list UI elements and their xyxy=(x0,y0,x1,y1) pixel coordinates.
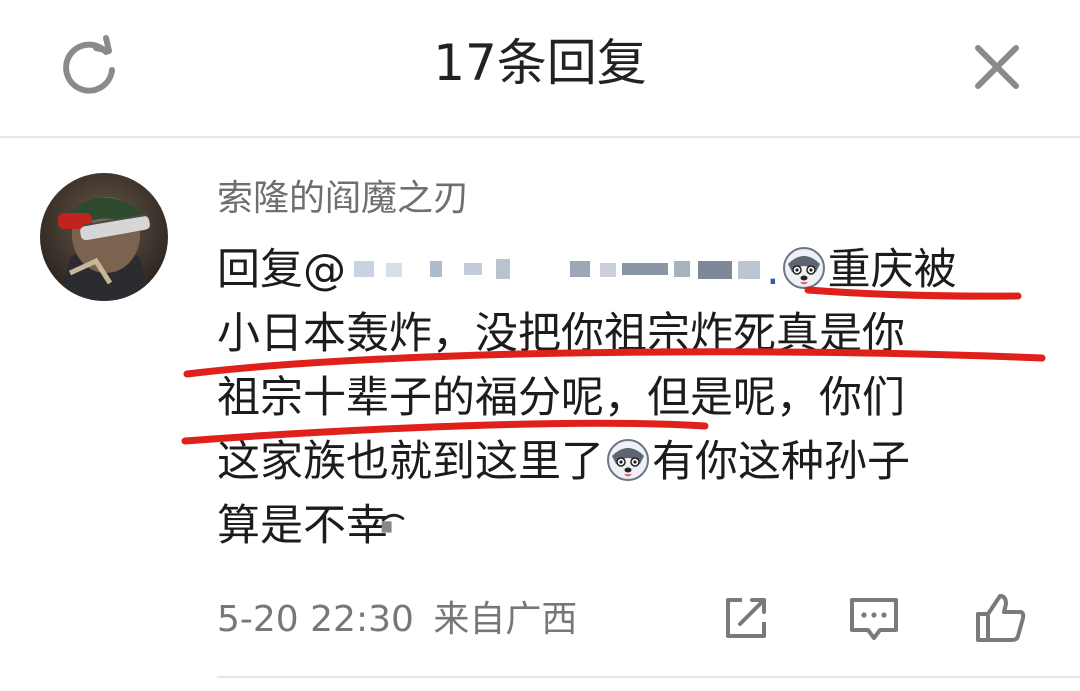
reply-header: 17条回复 xyxy=(0,0,1080,136)
comment-line-2: 小日本轰炸，没把你祖宗炸死真是你 xyxy=(217,309,905,359)
comment-text-5: 算是不幸 xyxy=(217,501,389,551)
redacted-username xyxy=(354,258,760,279)
reply-prefix: 回复@ xyxy=(217,245,346,295)
mention-link[interactable]: . xyxy=(346,245,780,295)
location: 来自广西 xyxy=(433,599,578,640)
comment-content: 回复@ . 重庆被 小日本轰炸，没把你祖宗炸死真是你 祖宗十辈子的福分呢，但是呢… xyxy=(217,238,1042,558)
close-button[interactable] xyxy=(964,34,1030,100)
comment-line-4: 这家族也就到这里了 有你这种孙子 xyxy=(217,430,1042,494)
close-icon xyxy=(975,45,1019,89)
comment-divider xyxy=(217,676,1080,678)
header-divider xyxy=(0,136,1080,138)
comment-text-1: 重庆被 xyxy=(827,245,957,295)
timestamp: 5-20 22:30 xyxy=(217,599,414,640)
like-button[interactable] xyxy=(972,590,1028,646)
husky-dog-emoji xyxy=(782,246,825,289)
comment-meta: 5-20 22:30 来自广西 xyxy=(217,596,577,644)
share-icon xyxy=(726,598,766,638)
share-button[interactable] xyxy=(718,590,774,646)
reply-button[interactable] xyxy=(846,590,902,646)
redaction-mark xyxy=(381,513,405,533)
user-avatar[interactable] xyxy=(40,173,168,301)
comment-text-4b: 有你这种孙子 xyxy=(652,437,910,487)
page-title: 17条回复 xyxy=(433,34,647,92)
husky-dog-emoji xyxy=(607,438,649,481)
comment-line-1: 回复@ . 重庆被 xyxy=(217,238,1042,302)
thumbs-up-icon xyxy=(976,594,1026,642)
comment-line-3: 祖宗十辈子的福分呢，但是呢，你们 xyxy=(217,373,905,423)
comment-icon xyxy=(850,598,898,640)
comment-text-4a: 这家族也就到这里了 xyxy=(217,437,604,487)
username[interactable]: 索隆的阎魔之刃 xyxy=(217,176,469,222)
comment-line-5: 算是不幸 xyxy=(217,494,1042,558)
avatar-image xyxy=(40,173,168,301)
